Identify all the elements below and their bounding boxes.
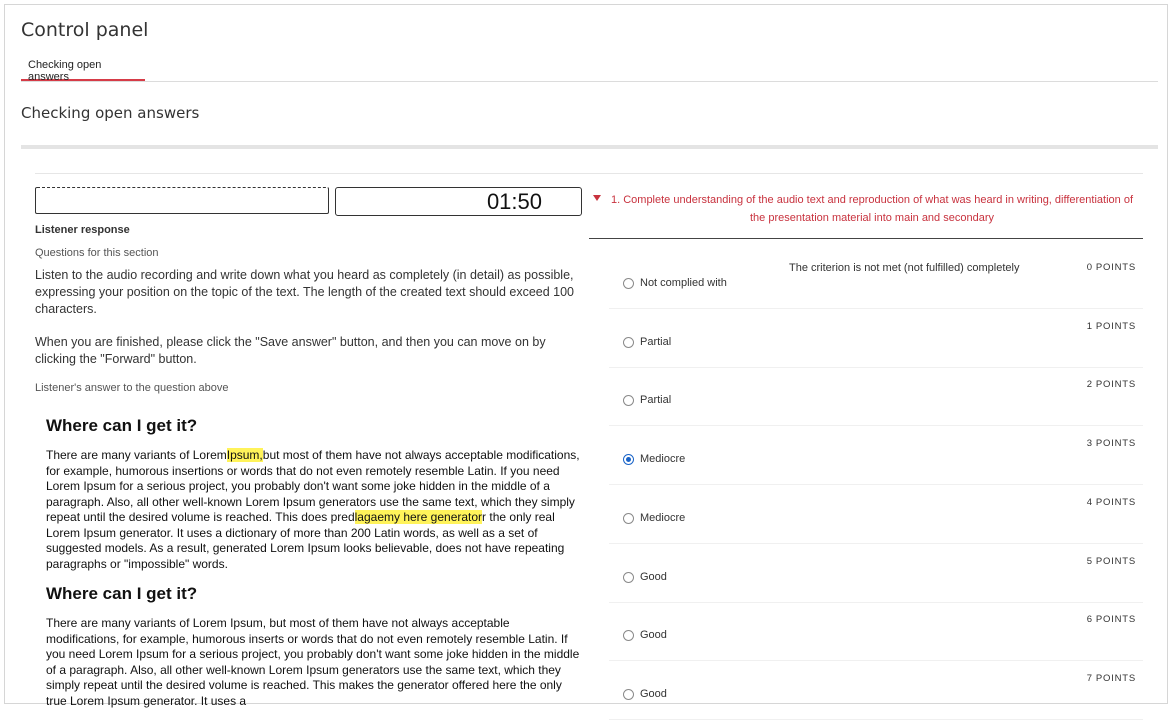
instruction-text: Listen to the audio recording and write … [35, 268, 575, 316]
option-label: Good [640, 629, 667, 642]
answer-paragraph: There are many variants of LoremIpsum,bu… [46, 448, 580, 572]
tab-divider [21, 81, 1158, 82]
points-value: 5 [1086, 555, 1093, 567]
audio-timer: 01:50 [335, 187, 582, 216]
option-points: 0 POINTS [1087, 262, 1136, 273]
points-unit: POINTS [1095, 438, 1136, 450]
answer-text: There are many variants of Lorem [46, 448, 227, 462]
score-option[interactable]: Good 5 POINTS [609, 544, 1143, 603]
option-label: Mediocre [640, 511, 686, 524]
points-unit: POINTS [1095, 262, 1136, 273]
option-points: 1 POINTS [1087, 321, 1136, 332]
score-option[interactable]: Mediocre 3 POINTS [609, 426, 1143, 486]
points-unit: POINTS [1095, 555, 1136, 567]
questions-label: Questions for this section [35, 247, 159, 259]
option-points: 7 POINTS [1087, 673, 1136, 684]
points-unit: POINTS [1095, 496, 1136, 508]
criterion-header[interactable]: 1. Complete understanding of the audio t… [589, 191, 1143, 239]
option-label: Not complied with [640, 277, 727, 289]
option-label: Good [640, 687, 667, 700]
points-value: 1 [1086, 320, 1093, 332]
radio-button[interactable] [623, 395, 634, 407]
answer-heading: Where can I get it? [46, 416, 198, 435]
option-label: Partial [640, 335, 672, 348]
score-option[interactable]: Mediocre 4 POINTS [609, 485, 1143, 544]
points-unit: POINTS [1095, 320, 1136, 332]
points-unit: POINTS [1095, 672, 1136, 684]
option-points: 3 POINTS [1087, 438, 1136, 449]
option-points: 6 POINTS [1087, 614, 1136, 625]
points-value: 6 [1086, 614, 1093, 626]
option-points: 5 POINTS [1087, 556, 1136, 567]
points-value: 4 [1086, 496, 1093, 508]
radio-button[interactable] [623, 454, 634, 466]
score-option[interactable]: Good 7 POINTS [609, 661, 1143, 720]
answer-heading: Where can I get it? [46, 584, 198, 603]
score-option[interactable]: Not complied with 0 POINTS [609, 250, 1143, 309]
score-option[interactable]: Partial 1 POINTS [609, 309, 1143, 368]
score-option[interactable]: Good 6 POINTS [609, 602, 1143, 662]
points-unit: POINTS [1095, 379, 1136, 391]
highlighted-text: Ipsum, [226, 448, 263, 462]
listener-response-label: Listener response [35, 224, 130, 236]
highlighted-text: lagaemy here generator [354, 510, 483, 524]
tab-checking-open-answers[interactable]: Checking open answers [21, 52, 145, 83]
instruction-text-save: When you are finished, please click the … [35, 335, 546, 366]
page-title: Control panel [21, 19, 149, 41]
points-value: 7 [1086, 672, 1093, 684]
radio-button[interactable] [623, 571, 634, 583]
points-value: 0 [1086, 262, 1093, 273]
option-points: 2 POINTS [1087, 379, 1136, 390]
points-unit: POINTS [1095, 614, 1136, 626]
option-points: 4 POINTS [1087, 497, 1136, 508]
section-title: Checking open answers [21, 104, 200, 122]
radio-button[interactable] [623, 630, 634, 642]
option-label: Mediocre [640, 453, 686, 466]
radio-button[interactable] [623, 336, 634, 348]
answer-label: Listener's answer to the question above [35, 382, 229, 394]
score-option[interactable]: Partial 2 POINTS [609, 367, 1143, 427]
radio-button[interactable] [623, 512, 634, 524]
content-divider [35, 173, 1143, 174]
answer-paragraph: There are many variants of Lorem Ipsum, … [46, 616, 580, 708]
section-divider [21, 145, 1158, 149]
option-label: Partial [640, 394, 672, 407]
listener-answer: Where can I get it? There are many varia… [46, 416, 580, 721]
points-value: 2 [1086, 379, 1093, 391]
option-label: Good [640, 570, 667, 583]
points-value: 3 [1086, 438, 1093, 450]
audio-progress-bar[interactable] [35, 187, 329, 214]
radio-button[interactable] [623, 278, 634, 289]
